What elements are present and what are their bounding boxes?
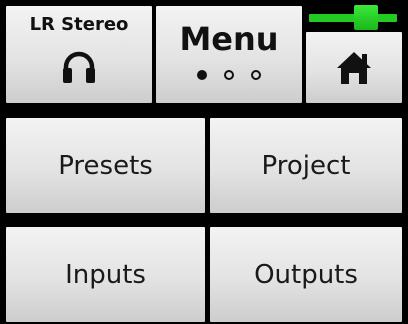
project-label: Project (261, 150, 351, 181)
menu-title: Menu (179, 20, 279, 58)
inputs-button[interactable]: Inputs (6, 227, 205, 322)
presets-label: Presets (58, 150, 153, 181)
inputs-label: Inputs (65, 259, 146, 290)
home-icon (337, 51, 371, 84)
page-dot-1 (197, 70, 207, 80)
level-meter-knob[interactable] (353, 5, 378, 30)
home-button[interactable] (306, 32, 402, 103)
lr-stereo-label: LR Stereo (29, 14, 129, 35)
project-button[interactable]: Project (210, 118, 402, 213)
outputs-button[interactable]: Outputs (210, 227, 402, 322)
outputs-label: Outputs (254, 259, 358, 290)
page-indicator (156, 70, 302, 80)
page-dot-3 (251, 70, 261, 80)
headphones-icon (63, 51, 95, 83)
lr-stereo-button[interactable]: LR Stereo (6, 6, 152, 103)
menu-title-panel: Menu (156, 6, 302, 103)
level-meter[interactable] (305, 4, 405, 31)
presets-button[interactable]: Presets (6, 118, 205, 213)
page-dot-2 (224, 70, 234, 80)
